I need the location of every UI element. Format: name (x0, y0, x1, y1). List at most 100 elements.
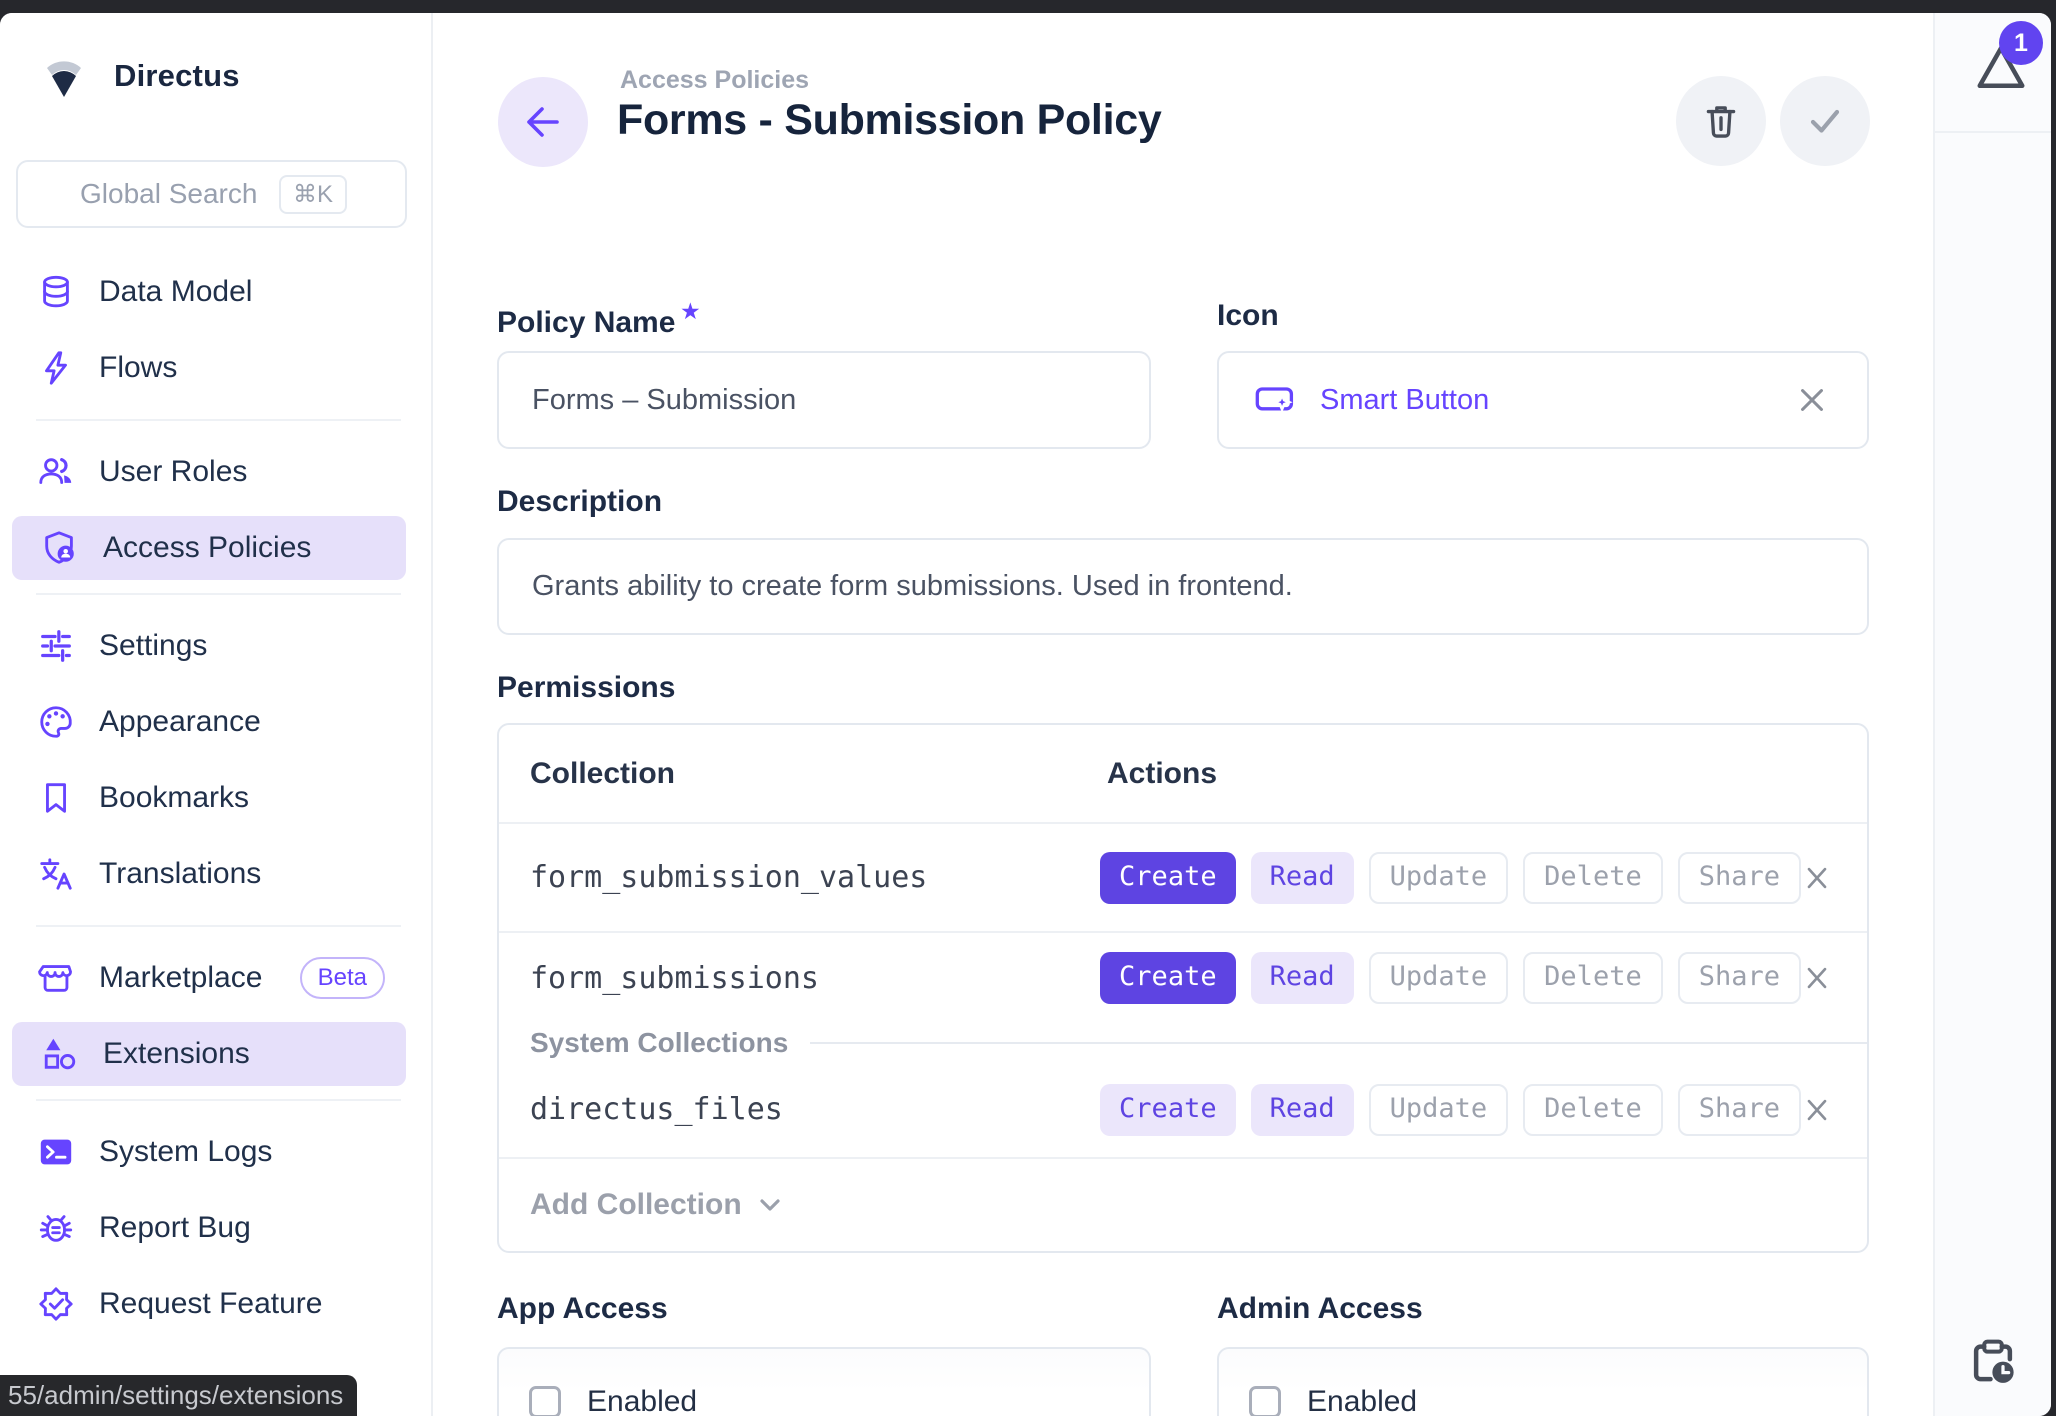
system-collections-label: System Collections (530, 1027, 788, 1059)
sidebar-item-label: Translations (99, 857, 261, 891)
admin-access-box: Enabled (1217, 1347, 1869, 1416)
global-search-input[interactable]: Global Search ⌘K (16, 160, 407, 228)
sidebar-divider (36, 419, 401, 421)
screen: Directus Global Search ⌘K Data Model (0, 0, 2056, 1416)
right-sidebar: 1 (1933, 13, 2051, 1416)
action-chip-update[interactable]: Update (1369, 952, 1509, 1004)
admin-access-label: Admin Access (1217, 1292, 1423, 1326)
clear-icon-button[interactable] (1795, 383, 1829, 417)
sidebar-item-user-roles[interactable]: User Roles (0, 434, 431, 510)
action-chip-read[interactable]: Read (1251, 952, 1354, 1004)
sidebar-item-translations[interactable]: Translations (0, 836, 431, 912)
system-collections-divider: System Collections (499, 1023, 1867, 1063)
sidebar-item-label: User Roles (99, 455, 247, 489)
sidebar-item-data-model[interactable]: Data Model (0, 254, 431, 330)
column-header-collection: Collection (499, 757, 1107, 791)
sidebar-item-report-bug[interactable]: Report Bug (0, 1190, 431, 1266)
action-chip-share[interactable]: Share (1678, 952, 1801, 1004)
storefront-icon (36, 958, 76, 998)
search-placeholder: Global Search (80, 178, 257, 210)
description-label: Description (497, 485, 662, 519)
status-bar-url: 55/admin/settings/extensions (0, 1375, 357, 1416)
action-chip-share[interactable]: Share (1678, 852, 1801, 904)
sidebar-divider (36, 1099, 401, 1101)
palette-icon (36, 702, 76, 742)
sidebar-nav: Data Model Flows (0, 254, 431, 1342)
action-chip-create[interactable]: Create (1100, 952, 1236, 1004)
check-icon (1803, 99, 1847, 143)
icon-field[interactable]: Smart Button (1217, 351, 1869, 449)
translate-icon (36, 854, 76, 894)
description-input[interactable]: Grants ability to create form submission… (497, 538, 1869, 635)
permission-row: form_submission_values Create Read Updat… (499, 824, 1867, 933)
database-icon (36, 272, 76, 312)
sidebar-item-appearance[interactable]: Appearance (0, 684, 431, 760)
sidebar-item-settings[interactable]: Settings (0, 608, 431, 684)
policy-name-input[interactable] (499, 353, 1149, 447)
column-header-actions: Actions (1107, 757, 1217, 791)
tune-icon (36, 626, 76, 666)
collection-name: form_submissions (499, 961, 1100, 996)
add-collection-button[interactable]: Add Collection (499, 1159, 1867, 1251)
remove-row-icon[interactable] (1801, 1094, 1833, 1126)
remove-row-icon[interactable] (1801, 862, 1833, 894)
sidebar-item-access-policies[interactable]: Access Policies (12, 516, 406, 580)
bolt-icon (36, 348, 76, 388)
sidebar-item-system-logs[interactable]: System Logs (0, 1114, 431, 1190)
app-window: Directus Global Search ⌘K Data Model (0, 13, 2051, 1416)
action-chip-create[interactable]: Create (1100, 1084, 1236, 1136)
action-chip-update[interactable]: Update (1369, 1084, 1509, 1136)
action-chip-delete[interactable]: Delete (1523, 1084, 1663, 1136)
permission-row: form_submissions Create Read Update Dele… (499, 933, 1867, 1022)
trash-icon (1700, 100, 1742, 142)
sidebar-item-label: Extensions (103, 1037, 250, 1071)
users-icon (36, 452, 76, 492)
sidebar-item-label: Data Model (99, 275, 252, 309)
sidebar-item-extensions[interactable]: Extensions (12, 1022, 406, 1086)
app-access-enabled-checkbox[interactable] (529, 1386, 561, 1416)
admin-access-enabled-checkbox[interactable] (1249, 1386, 1281, 1416)
sidebar-item-label: Marketplace (99, 961, 262, 995)
beta-badge: Beta (300, 957, 385, 999)
terminal-icon (36, 1132, 76, 1172)
action-chip-update[interactable]: Update (1369, 852, 1509, 904)
sidebar-item-label: Flows (99, 351, 177, 385)
shield-person-icon (40, 528, 80, 568)
action-chip-delete[interactable]: Delete (1523, 952, 1663, 1004)
shapes-icon (40, 1034, 80, 1074)
icon-label: Icon (1217, 299, 1279, 333)
badge-check-icon (36, 1284, 76, 1324)
sidebar-item-label: Report Bug (99, 1211, 251, 1245)
policy-name-field (497, 351, 1151, 449)
sidebar-item-label: System Logs (99, 1135, 272, 1169)
sidebar-divider (36, 593, 401, 595)
remove-row-icon[interactable] (1801, 962, 1833, 994)
notifications-section[interactable]: 1 (1935, 13, 2051, 133)
sidebar-item-flows[interactable]: Flows (0, 330, 431, 406)
app-access-label: App Access (497, 1292, 668, 1326)
permissions-table: Collection Actions form_submission_value… (497, 723, 1869, 1253)
logo[interactable]: Directus (40, 52, 240, 100)
sidebar-item-bookmarks[interactable]: Bookmarks (0, 760, 431, 836)
action-chip-create[interactable]: Create (1100, 852, 1236, 904)
arrow-left-icon (521, 100, 565, 144)
action-chip-delete[interactable]: Delete (1523, 852, 1663, 904)
required-marker: ★ (681, 301, 699, 323)
permissions-label: Permissions (497, 671, 675, 705)
back-button[interactable] (498, 77, 588, 167)
chevron-down-icon (756, 1192, 784, 1218)
sidebar-item-label: Request Feature (99, 1287, 322, 1321)
breadcrumb[interactable]: Access Policies (620, 66, 809, 95)
action-chip-read[interactable]: Read (1251, 1084, 1354, 1136)
app-access-box: Enabled (497, 1347, 1151, 1416)
action-chip-share[interactable]: Share (1678, 1084, 1801, 1136)
page-title: Forms - Submission Policy (617, 96, 1161, 145)
notification-count-badge: 1 (1999, 21, 2043, 65)
sidebar-item-marketplace[interactable]: Marketplace Beta (0, 940, 431, 1016)
delete-button[interactable] (1676, 76, 1766, 166)
clipboard-clock-icon[interactable] (1968, 1336, 2018, 1386)
action-chip-read[interactable]: Read (1251, 852, 1354, 904)
directus-logo-icon (40, 52, 88, 100)
save-button[interactable] (1780, 76, 1870, 166)
sidebar-item-request-feature[interactable]: Request Feature (0, 1266, 431, 1342)
